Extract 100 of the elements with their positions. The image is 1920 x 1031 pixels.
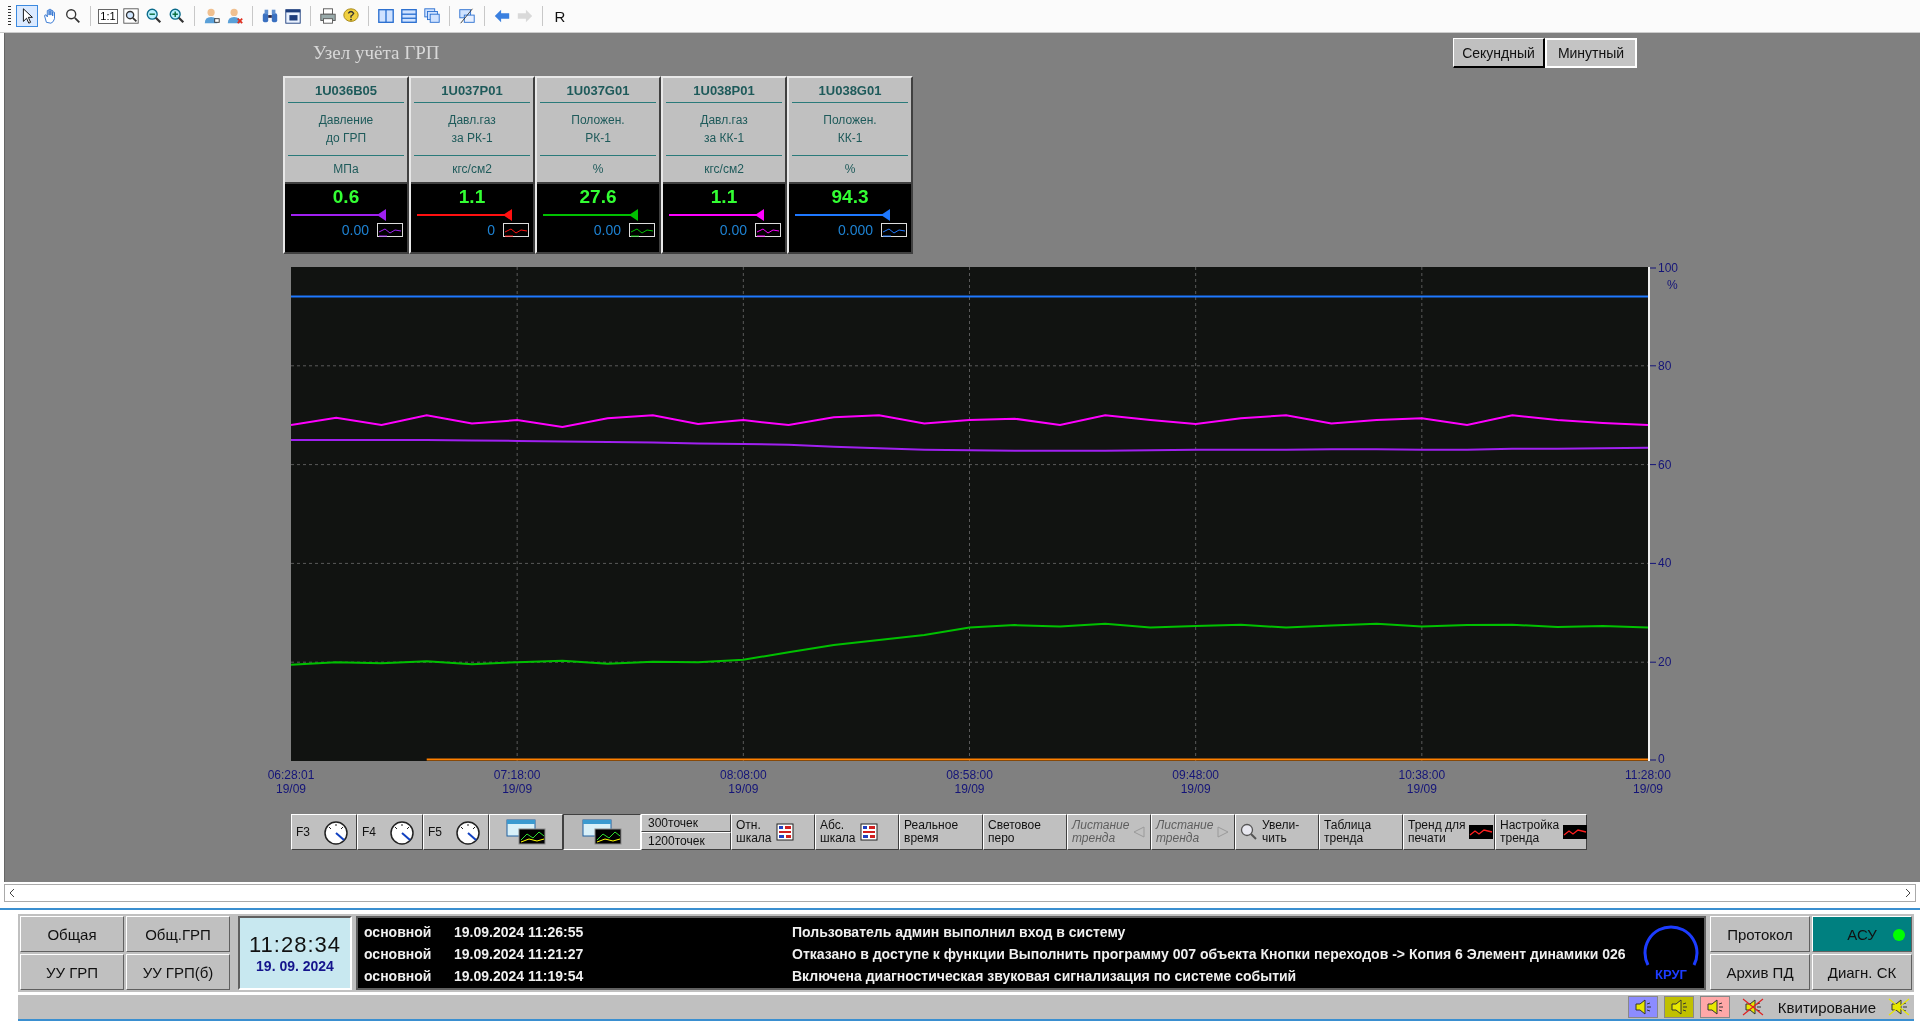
tag-id: 1U038G01 (792, 78, 908, 103)
tag-description: Давл.газ (700, 112, 748, 129)
tag-description: Положен. (823, 112, 877, 129)
axis-tick-label: 07:18:00 19/09 (492, 768, 542, 796)
trend-toolbar-button[interactable]: Реальное время (899, 814, 983, 850)
event-source: основной (364, 924, 432, 940)
tag-card[interactable]: 1U038P01 Давл.газ за КК-1 кгс/см2 1.1 0.00 (661, 76, 787, 254)
user-icon (203, 7, 221, 25)
scale-minimum: 0.00 (593, 222, 621, 238)
trend-toolbar-button[interactable]: Увели- чить (1235, 814, 1319, 850)
function-key-button[interactable]: F5 (423, 814, 489, 850)
point-count-button[interactable]: 300точек (641, 814, 731, 832)
clock-time: 11:28:34 (249, 932, 341, 958)
tag-description: РК-1 (585, 130, 611, 147)
zoom-fit-icon (122, 7, 140, 25)
tag-card[interactable]: 1U037P01 Давл.газ за РК-1 кгс/см2 1.1 0 (409, 76, 535, 254)
printer-button[interactable] (317, 5, 339, 27)
sound-button[interactable] (1627, 996, 1658, 1018)
trend-toolbar-button[interactable]: Отн. шкала (731, 814, 815, 850)
trend-toolbar-button[interactable]: Абс. шкала (815, 814, 899, 850)
axis-tick-label: 0 (1658, 753, 1665, 765)
event-time: 19.09.2024 11:26:55 (454, 924, 584, 940)
point-count-button[interactable]: 1200точек (641, 832, 731, 850)
clock-date: 19. 09. 2024 (256, 958, 334, 974)
axis-tick-label: 20 (1658, 656, 1672, 669)
zoom-out-icon (145, 7, 163, 25)
axis-tick-label: 09:48:00 19/09 (1171, 768, 1220, 796)
screen-icon (458, 7, 476, 25)
interval-tab[interactable]: Секундный (1453, 38, 1545, 68)
mini-trend-icon[interactable] (755, 223, 781, 237)
tag-card[interactable]: 1U038G01 Положен. КК-1 % 94.3 0.000 (787, 76, 913, 254)
nav-button[interactable]: УУ ГРП (20, 954, 124, 990)
screen-title: Узел учёта ГРП (313, 42, 440, 64)
magnifier-icon (1240, 823, 1258, 841)
axis-unit: % (1667, 279, 1678, 291)
panel-button[interactable]: Протокол (1710, 916, 1810, 952)
trend-toolbar-button[interactable]: Настройка тренда (1495, 814, 1587, 850)
trend-toolbar-button[interactable]: Таблица тренда (1319, 814, 1403, 850)
axis-tick-label: 10:38:00 19/09 (1397, 768, 1447, 796)
interval-tab[interactable]: Минутный (1545, 38, 1637, 68)
toolbar-button[interactable]: R (549, 5, 571, 27)
printer-icon (319, 7, 337, 25)
muted-speaker-icon (1741, 997, 1764, 1017)
tag-card[interactable]: 1U037G01 Положен. РК-1 % 27.6 0.00 (535, 76, 661, 254)
function-key-button[interactable]: F3 (291, 814, 357, 850)
nav-button[interactable]: Общ.ГРП (126, 916, 230, 952)
unit-label: % (844, 162, 856, 176)
axis-tick-label: 80 (1658, 359, 1672, 372)
horizontal-scrollbar[interactable] (4, 884, 1916, 902)
mini-trend-icon[interactable] (629, 223, 655, 237)
unit-label: кгс/см2 (452, 162, 492, 176)
document-icon (284, 7, 302, 25)
left-triangle-icon (1133, 826, 1146, 838)
tag-id: 1U038P01 (666, 78, 782, 103)
panel-button[interactable]: Диагн. СК (1812, 954, 1912, 990)
sound-button[interactable] (1699, 996, 1730, 1018)
rows-icon (400, 7, 418, 25)
scale-minimum: 0.000 (837, 222, 873, 238)
mini-trend-icon[interactable] (377, 223, 403, 237)
tag-description: КК-1 (837, 130, 863, 147)
panel-button[interactable]: АСУ (1812, 916, 1912, 952)
axis-tick-label: 08:08:00 19/09 (718, 768, 768, 796)
axis-tick-label: 60 (1658, 458, 1672, 471)
tag-description: Давление (318, 112, 374, 129)
toolbar-grip[interactable] (8, 6, 11, 26)
tag-description: Давл.газ (448, 112, 496, 129)
trend-toolbar-button[interactable]: Тренд для печати (1403, 814, 1495, 850)
search-icon (64, 7, 82, 25)
trend-view-button[interactable] (563, 814, 641, 850)
zoom-in-icon (168, 7, 186, 25)
trend-icon (1563, 825, 1588, 839)
nav-button[interactable]: УУ ГРП(б) (126, 954, 230, 990)
panel-button[interactable]: Архив ПД (1710, 954, 1810, 990)
trend-toolbar-button[interactable]: Световое перо (983, 814, 1067, 850)
binoculars-icon (261, 7, 279, 25)
nav-button[interactable]: Общая (20, 916, 124, 952)
mini-trend-icon[interactable] (881, 223, 907, 237)
tag-description: за РК-1 (451, 130, 493, 147)
axis-tick-label: 40 (1658, 557, 1672, 570)
event-time: 19.09.2024 11:19:54 (454, 968, 584, 984)
back-arrow-icon (493, 7, 511, 25)
mini-trend-icon[interactable] (503, 223, 529, 237)
acknowledge-button[interactable]: Квитирование (1735, 997, 1882, 1017)
function-key-button[interactable]: F4 (357, 814, 423, 850)
zoom-fit-button[interactable] (120, 5, 142, 27)
tag-value: 0.6 (332, 186, 360, 207)
event-message: Пользователь админ выполнил вход в систему (792, 924, 1126, 940)
pointer-button[interactable] (16, 5, 38, 27)
status-indicator-icon (1893, 929, 1905, 941)
event-message: Отказано в доступе к функции Выполнить программу 007 объекта Кнопки переходов -> Копия 6 Элемент динамики 026 (792, 946, 1626, 962)
axis-tick-label: 08:58:00 19/09 (945, 768, 994, 796)
event-source: основной (364, 968, 432, 984)
logo-drawing: КРУГ (1640, 921, 1702, 983)
muted-speaker-icon (1888, 997, 1910, 1017)
sound-button[interactable] (1663, 996, 1694, 1018)
tag-description: Положен. (571, 112, 625, 129)
event-message: Включена диагностическая звуковая сигнализация по системе событий (792, 968, 1297, 984)
tag-card[interactable]: 1U036B05 Давление до ГРП МПа 0.6 0.00 (283, 76, 409, 254)
trend-window-icon (581, 818, 623, 846)
tag-value: 1.1 (458, 186, 486, 207)
